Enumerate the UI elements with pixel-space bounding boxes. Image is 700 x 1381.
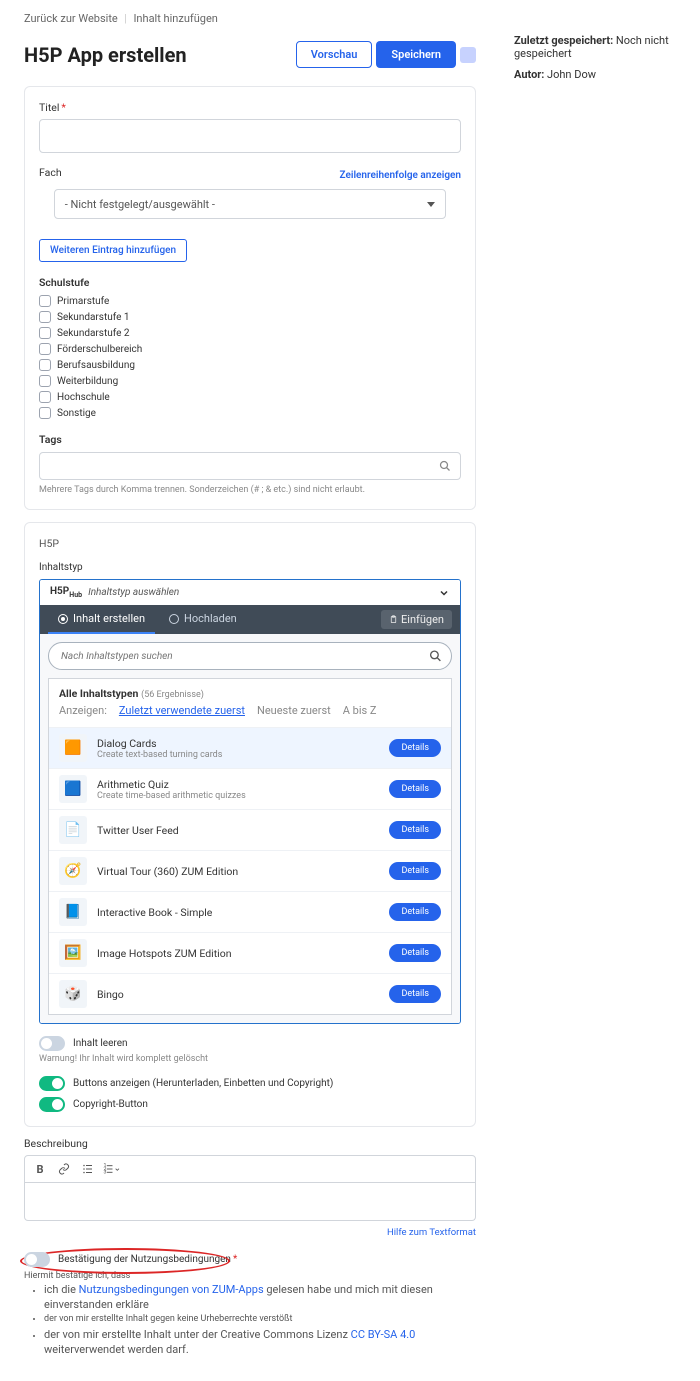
- terms-bullet-2: der von mir erstellte Inhalt gegen keine…: [44, 1314, 476, 1326]
- content-type-item[interactable]: 🧭 Virtual Tour (360) ZUM Edition Details: [49, 850, 451, 891]
- details-button[interactable]: Details: [389, 862, 441, 880]
- details-button[interactable]: Details: [389, 739, 441, 757]
- cb-sekundarstufe2[interactable]: [39, 327, 51, 339]
- tags-label: Tags: [39, 433, 461, 446]
- ct-icon-arithmetic-quiz: 🟦: [59, 775, 87, 803]
- toggle-copyright-label: Copyright-Button: [73, 1099, 148, 1110]
- details-button[interactable]: Details: [389, 903, 441, 921]
- author-value: John Dow: [547, 68, 596, 81]
- tab-upload[interactable]: Hochladen: [159, 605, 247, 634]
- numbered-list-button[interactable]: 123: [103, 1160, 121, 1178]
- clear-warning: Warnung! Ihr Inhalt wird komplett gelösc…: [39, 1054, 461, 1064]
- description-editor[interactable]: [24, 1183, 476, 1221]
- radio-dot-icon: [58, 614, 68, 624]
- terms-label: Bestätigung der Nutzungsbedingungen: [58, 1254, 237, 1265]
- h5p-logo: H5PHub: [50, 586, 82, 599]
- author-label: Autor:: [514, 68, 544, 81]
- content-type-item[interactable]: 🟦 Arithmetic QuizCreate time-based arith…: [49, 768, 451, 809]
- details-button[interactable]: Details: [389, 821, 441, 839]
- all-types-label: Alle Inhaltstypen: [59, 687, 138, 700]
- details-button[interactable]: Details: [389, 944, 441, 962]
- h5p-hub-select: Inhaltstyp auswählen: [88, 587, 179, 598]
- toggle-clear-label: Inhalt leeren: [73, 1038, 128, 1049]
- add-entry-button[interactable]: Weiteren Eintrag hinzufügen: [39, 239, 187, 262]
- ct-icon-interactive-book: 📘: [59, 898, 87, 926]
- bc-back[interactable]: Zurück zur Website: [24, 12, 118, 25]
- paste-button[interactable]: Einfügen: [381, 610, 452, 629]
- subject-select[interactable]: - Nicht festgelegt/ausgewählt -: [54, 189, 446, 219]
- bc-add[interactable]: Inhalt hinzufügen: [133, 12, 217, 25]
- sort-az[interactable]: A bis Z: [343, 704, 377, 717]
- cb-sekundarstufe1[interactable]: [39, 311, 51, 323]
- radio-dot-icon: [169, 614, 179, 624]
- editor-toolbar: B 123: [24, 1155, 476, 1183]
- content-type-item[interactable]: 🟧 Dialog CardsCreate text-based turning …: [49, 727, 451, 768]
- h5p-section-title: H5P: [39, 537, 461, 550]
- results-count: (56 Ergebnisse): [141, 690, 204, 700]
- toggle-clear-content[interactable]: [39, 1036, 65, 1051]
- subject-label: Fach: [39, 166, 62, 179]
- h5p-inhaltstyp-label: Inhaltstyp: [39, 562, 461, 573]
- description-label: Beschreibung: [24, 1137, 476, 1150]
- cb-sonstige[interactable]: [39, 407, 51, 419]
- terms-intro: Hiermit bestätige ich, dass: [24, 1271, 476, 1281]
- toggle-terms[interactable]: [24, 1252, 50, 1267]
- link-button[interactable]: [55, 1160, 73, 1178]
- svg-text:3: 3: [103, 1170, 106, 1175]
- terms-link-nutzungsbedingungen[interactable]: Nutzungsbedingungen von ZUM-Apps: [79, 1283, 264, 1296]
- sidebar: Zuletzt gespeichert: Noch nicht gespeich…: [500, 0, 700, 1381]
- chevron-down-icon[interactable]: [438, 587, 450, 599]
- ct-icon-image-hotspots: 🖼️: [59, 939, 87, 967]
- search-icon: [439, 460, 451, 472]
- cb-primarstufe[interactable]: [39, 295, 51, 307]
- h5p-hub-frame: H5PHub Inhaltstyp auswählen Inhalt erste…: [39, 579, 461, 1024]
- overflow-button[interactable]: [460, 47, 476, 63]
- cb-weiterbildung[interactable]: [39, 375, 51, 387]
- tab-create[interactable]: Inhalt erstellen: [48, 605, 155, 634]
- toggle-buttons-label: Buttons anzeigen (Herunterladen, Einbett…: [73, 1078, 333, 1089]
- toggle-copyright[interactable]: [39, 1097, 65, 1112]
- title-label: Titel: [39, 101, 461, 114]
- subject-selected: - Nicht festgelegt/ausgewählt -: [65, 198, 215, 211]
- preview-button[interactable]: Vorschau: [296, 41, 373, 68]
- details-button[interactable]: Details: [389, 780, 441, 798]
- content-type-item[interactable]: 🖼️ Image Hotspots ZUM Edition Details: [49, 932, 451, 973]
- content-type-item[interactable]: 🎲 Bingo Details: [49, 973, 451, 1014]
- details-button[interactable]: Details: [389, 985, 441, 1003]
- schulstufe-list: Primarstufe Sekundarstufe 1 Sekundarstuf…: [39, 295, 461, 419]
- cb-berufsausbildung[interactable]: [39, 359, 51, 371]
- tags-input[interactable]: [39, 452, 461, 480]
- bold-button[interactable]: B: [31, 1160, 49, 1178]
- search-icon: [429, 650, 442, 663]
- cb-foerderschule[interactable]: [39, 343, 51, 355]
- save-button[interactable]: Speichern: [376, 41, 456, 68]
- sort-label: Anzeigen:: [59, 704, 107, 717]
- content-type-item[interactable]: 📘 Interactive Book - Simple Details: [49, 891, 451, 932]
- ct-icon-virtual-tour: 🧭: [59, 857, 87, 885]
- schulstufe-label: Schulstufe: [39, 276, 461, 289]
- page-title: H5P App erstellen: [24, 43, 187, 67]
- tags-help: Mehrere Tags durch Komma trennen. Sonder…: [39, 485, 461, 495]
- terms-link-cc[interactable]: CC BY-SA 4.0: [351, 1328, 416, 1341]
- content-type-item[interactable]: 📄 Twitter User Feed Details: [49, 809, 451, 850]
- chevron-down-icon: [427, 202, 435, 207]
- ct-icon-dialog-cards: 🟧: [59, 734, 87, 762]
- breadcrumbs: Zurück zur Website | Inhalt hinzufügen: [24, 12, 476, 25]
- row-order-link[interactable]: Zeilenreihenfolge anzeigen: [340, 170, 461, 181]
- ct-icon-bingo: 🎲: [59, 980, 87, 1008]
- last-saved-label: Zuletzt gespeichert:: [514, 34, 613, 47]
- toggle-show-buttons[interactable]: [39, 1076, 65, 1091]
- ct-icon-twitter-feed: 📄: [59, 816, 87, 844]
- sort-recently-used[interactable]: Zuletzt verwendete zuerst: [119, 704, 245, 717]
- title-input[interactable]: [39, 119, 461, 153]
- cb-hochschule[interactable]: [39, 391, 51, 403]
- terms-bullet-1: ich die Nutzungsbedingungen von ZUM-Apps…: [44, 1283, 476, 1312]
- text-format-help-link[interactable]: Hilfe zum Textformat: [387, 1227, 476, 1238]
- terms-bullet-3: der von mir erstellte Inhalt unter der C…: [44, 1328, 476, 1357]
- bullet-list-button[interactable]: [79, 1160, 97, 1178]
- h5p-search-input[interactable]: [48, 642, 452, 670]
- sort-newest[interactable]: Neueste zuerst: [257, 704, 331, 717]
